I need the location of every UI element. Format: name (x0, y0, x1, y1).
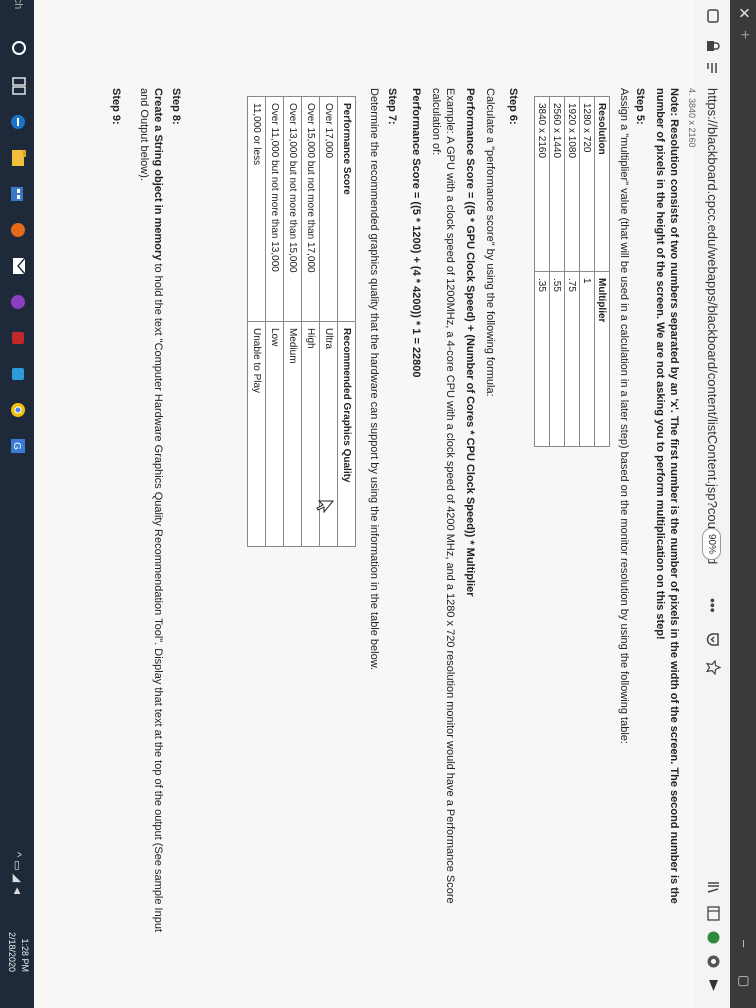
table-cell: 11,000 or less (247, 96, 266, 322)
chrome-icon[interactable] (7, 400, 27, 420)
table-header-row: Performance Score Recommended Graphics Q… (337, 96, 356, 547)
edge-browser-icon[interactable] (7, 112, 27, 132)
app-icon[interactable] (7, 292, 27, 312)
example-line-1: Example: A GPU with a clock speed of 120… (444, 88, 456, 904)
site-info-icon[interactable] (704, 60, 720, 76)
chevron-up-icon[interactable]: ^ (11, 852, 23, 857)
library-icon[interactable] (703, 880, 721, 895)
app-icon[interactable] (7, 364, 27, 384)
zoom-level-badge[interactable]: 90% (702, 528, 721, 561)
address-bar: https://blackboard.cpcc.edu/webapps/blac… (693, 0, 730, 1008)
table-row: 1920 x 1080 .75 (564, 96, 580, 447)
minimize-button[interactable]: – (737, 940, 752, 947)
lock-icon (704, 38, 720, 54)
example-calculation: Performance Score = ((5 * 1200) + (4 * 4… (410, 88, 422, 378)
table-cell: Unable to Play (247, 321, 266, 547)
table-row: Over 11,000 but not more than 13,000 Low (265, 96, 284, 547)
step-6-title: Step 6: (507, 88, 519, 125)
table-cell: 1920 x 1080 (564, 96, 580, 272)
table-header: Resolution (594, 96, 610, 272)
mail-icon[interactable] (7, 256, 27, 276)
bookmark-star-icon[interactable] (703, 659, 722, 676)
mouse-cursor-icon (316, 500, 335, 514)
sidebar-icon[interactable] (703, 906, 721, 921)
step-8-bold-text: Create a String object in memory (152, 88, 164, 261)
table-cell: Over 13,000 but not more than 15,000 (283, 96, 302, 322)
table-header: Performance Score (337, 96, 356, 322)
table-row: 1280 x 720 1 (579, 96, 595, 447)
table-header: Recommended Graphics Quality (337, 321, 356, 547)
reading-view-icon[interactable] (704, 8, 720, 24)
formula-text: Performance Score = ((5 * GPU Clock Spee… (464, 88, 476, 597)
step-5-text: Assign a "multiplier" value (that will b… (618, 88, 630, 744)
app-icon[interactable]: G (7, 436, 27, 456)
step-8-line-2: and Output below). (138, 88, 150, 181)
close-tab-icon[interactable]: ✕ (734, 4, 752, 22)
table-cell: .55 (549, 271, 565, 447)
table-cell: .35 (534, 271, 550, 447)
file-explorer-icon[interactable] (7, 148, 27, 168)
extension-icon[interactable] (703, 930, 721, 945)
system-clock[interactable]: 1:28 PM 2/18/2020 (5, 932, 31, 972)
table-cell: 1280 x 720 (579, 96, 595, 272)
extension-icon[interactable] (703, 954, 721, 969)
step-9-title: Step 9: (110, 88, 122, 125)
task-view-icon[interactable] (7, 76, 27, 96)
taskbar: rch G ^ ▭ ◢ ◄ 1:28 PM 2/18/2020 (0, 0, 34, 1008)
step-7-title: Step 7: (386, 88, 398, 125)
monitor-screen: ✕ + – ▢ https://blackboard.cpcc.edu/weba… (0, 0, 756, 1008)
table-cell: Low (265, 321, 284, 547)
maximize-button[interactable]: ▢ (736, 975, 752, 987)
table-row: Over 17,000 Ultra (319, 96, 338, 547)
table-cell: Over 11,000 but not more than 13,000 (265, 96, 284, 322)
resolution-table: Resolution Multiplier 1280 x 720 1 1920 … (534, 96, 610, 447)
table-cell: Over 17,000 (319, 96, 338, 322)
example-line-2: calculation of: (430, 88, 442, 156)
app-icon[interactable] (7, 328, 27, 348)
step-8-title: Step 8: (170, 88, 182, 125)
app-icon[interactable] (7, 220, 27, 240)
svg-text:G: G (11, 442, 22, 450)
tab-bar: ✕ + – ▢ (730, 0, 756, 1008)
volume-icon[interactable]: ◄ (11, 885, 23, 896)
table-cell: Over 15,000 but not more than 17,000 (301, 96, 320, 322)
table-cell: Medium (283, 321, 302, 547)
cortana-icon[interactable] (7, 38, 27, 58)
system-tray-icons[interactable]: ^ ▭ ◢ ◄ (11, 852, 24, 896)
table-header-row: Resolution Multiplier (594, 96, 610, 447)
step-5-title: Step 5: (634, 88, 646, 125)
pocket-icon[interactable] (703, 632, 721, 647)
table-header: Multiplier (594, 271, 610, 447)
step-7-text: Determine the recommended graphics quali… (368, 88, 380, 671)
search-box-text[interactable]: rch (12, 0, 24, 9)
note-line-1: Note: Resolution consists of two numbers… (668, 88, 680, 904)
battery-icon[interactable]: ▭ (11, 860, 23, 870)
table-cell: 3840 x 2160 (534, 96, 550, 272)
step-6-text: Calculate a "performance score" by using… (484, 88, 496, 397)
table-row: 3840 x 2160 .35 (534, 96, 550, 447)
step-8-line-1: Create a String object in memory to hold… (152, 88, 164, 932)
table-cell: 1 (579, 271, 595, 447)
clock-date: 2/18/2020 (7, 932, 17, 973)
table-row: 2560 x 1440 .55 (549, 96, 565, 447)
cutoff-text: 4. 3840 x 2160 (687, 88, 697, 148)
table-row: 11,000 or less Unable to Play (247, 96, 266, 547)
url-field[interactable]: https://blackboard.cpcc.edu/webapps/blac… (705, 88, 720, 564)
graphics-quality-table: Performance Score Recommended Graphics Q… (247, 96, 356, 547)
clock-time: 1:28 PM (20, 938, 30, 973)
table-cell: 2560 x 1440 (549, 96, 565, 272)
store-icon[interactable] (7, 184, 27, 204)
table-cell: .75 (564, 271, 580, 447)
page-content: 4. 3840 x 2160 Note: Resolution consists… (34, 0, 697, 1008)
table-row: Over 15,000 but not more than 17,000 Hig… (301, 96, 320, 547)
more-actions-icon[interactable]: ••• (705, 598, 721, 613)
new-tab-button[interactable]: + (735, 30, 753, 39)
extension-icon[interactable] (703, 978, 721, 993)
table-row: Over 13,000 but not more than 15,000 Med… (283, 96, 302, 547)
wifi-icon[interactable]: ◢ (11, 874, 23, 882)
step-8-text: to hold the text "Computer Hardware Grap… (152, 260, 164, 933)
note-line-2: number of pixels in the height of the sc… (654, 88, 666, 640)
